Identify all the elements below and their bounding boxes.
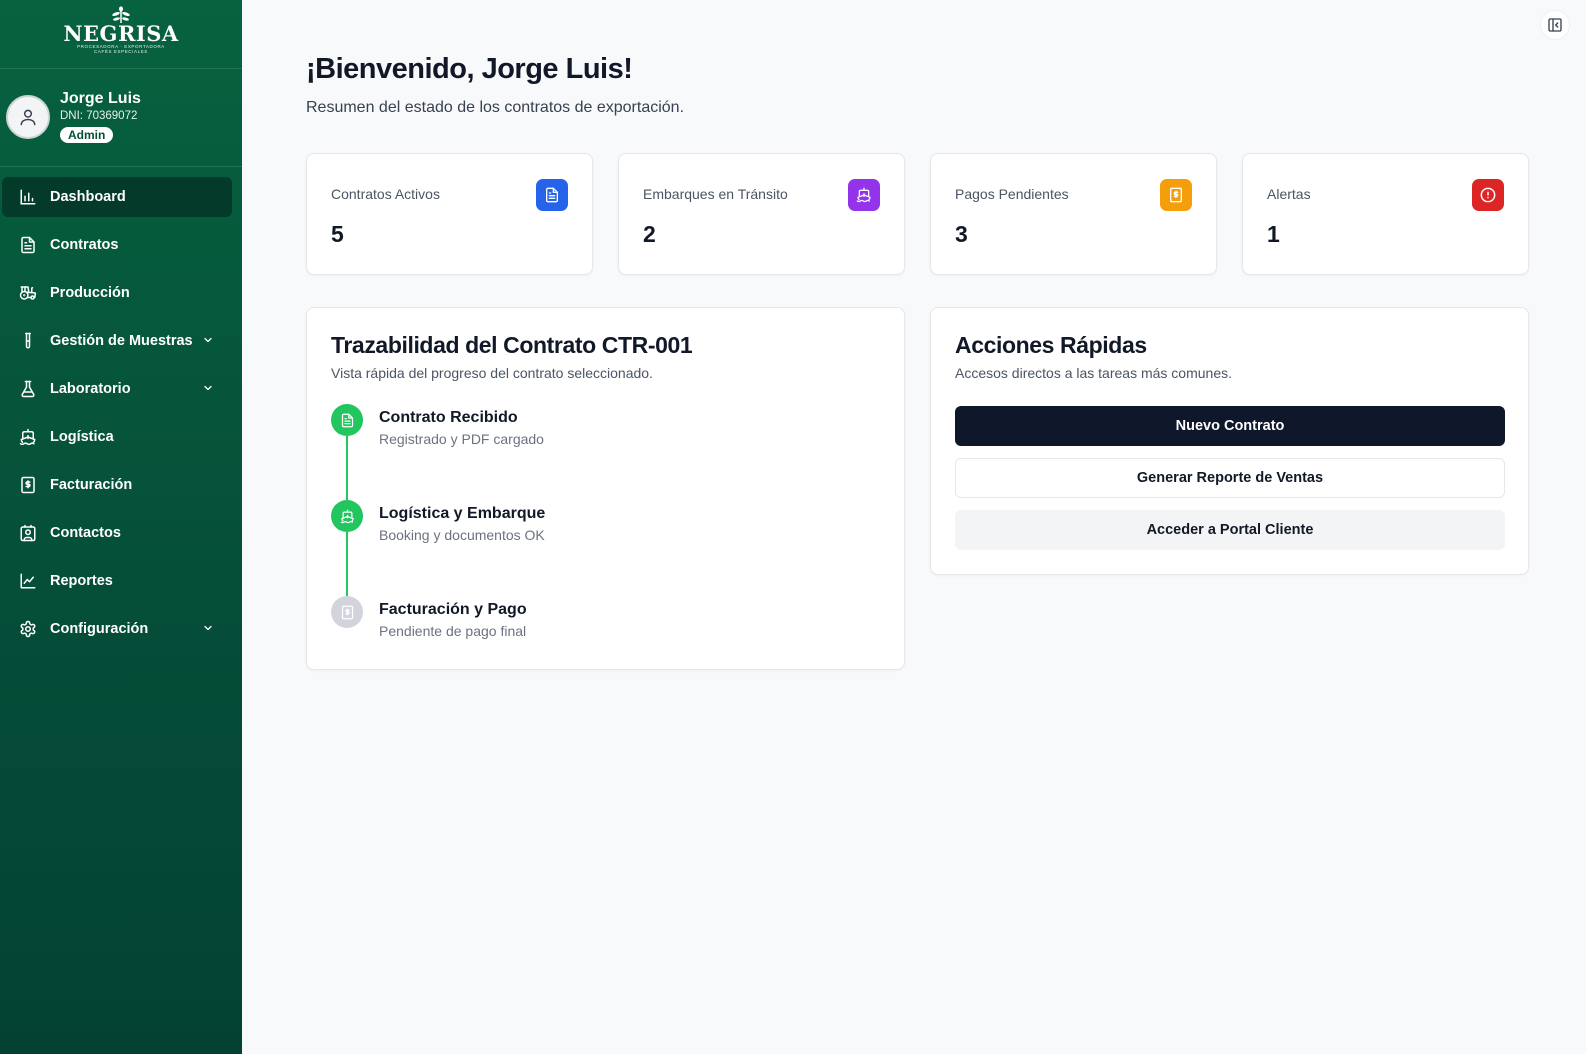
avatar[interactable] (6, 95, 50, 139)
sidebar-item-logistica[interactable]: Logística (2, 417, 232, 457)
bar-chart-icon (19, 188, 37, 206)
sidebar-item-configuracion[interactable]: Configuración (2, 609, 232, 649)
brand-logo[interactable]: NEGRISA PROCESADORA · EXPORTADORA CAFÉS … (0, 0, 242, 69)
invoice-icon (331, 596, 363, 628)
client-portal-button[interactable]: Acceder a Portal Cliente (955, 510, 1505, 550)
page-subtitle: Resumen del estado de los contratos de e… (306, 99, 685, 116)
step-title: Logística y Embarque (379, 505, 546, 522)
step-text: Logística y Embarque Booking y documento… (379, 500, 545, 543)
collapse-sidebar-button[interactable] (1540, 10, 1570, 40)
quick-actions-title: Acciones Rápidas (955, 332, 1147, 358)
stat-label: Embarques en Tránsito (643, 186, 788, 202)
ship-icon (19, 428, 37, 446)
sidebar-item-contactos[interactable]: Contactos (2, 513, 232, 553)
flask-icon (19, 380, 37, 398)
stat-label: Pagos Pendientes (955, 186, 1069, 202)
chevron-down-icon[interactable] (202, 382, 214, 394)
stat-value: 3 (955, 221, 968, 247)
traceability-card: Trazabilidad del Contrato CTR-001 Vista … (306, 307, 905, 670)
document-icon (536, 179, 568, 211)
chevron-down-icon[interactable] (202, 622, 214, 634)
chevron-down-icon[interactable] (202, 334, 214, 346)
step-title: Facturación y Pago (379, 601, 527, 618)
sales-report-button[interactable]: Generar Reporte de Ventas (955, 458, 1505, 498)
user-dni: DNI: 70369072 (60, 110, 138, 122)
timeline-step: Logística y Embarque Booking y documento… (331, 500, 545, 543)
step-title: Contrato Recibido (379, 409, 518, 426)
ship-icon (331, 500, 363, 532)
sidebar-nav: Dashboard Contratos Producción Gestión d… (0, 167, 242, 649)
sidebar-item-label: Configuración (50, 621, 149, 637)
timeline-step: Facturación y Pago Pendiente de pago fin… (331, 596, 527, 639)
ship-icon (848, 179, 880, 211)
sidebar-item-dashboard[interactable]: Dashboard (2, 177, 232, 217)
user-name: Jorge Luis (60, 90, 141, 107)
sidebar-item-label: Facturación (50, 477, 133, 493)
sidebar-item-label: Logística (50, 429, 114, 445)
quick-actions-description: Accesos directos a las tareas más comune… (955, 365, 1233, 381)
sidebar-item-produccion[interactable]: Producción (2, 273, 232, 313)
stat-card-pagos-pendientes[interactable]: Pagos Pendientes 3 (930, 153, 1217, 275)
test-tube-icon (19, 332, 37, 350)
stat-card-contratos-activos[interactable]: Contratos Activos 5 (306, 153, 593, 275)
step-text: Facturación y Pago Pendiente de pago fin… (379, 596, 527, 639)
sidebar-item-contratos[interactable]: Contratos (2, 225, 232, 265)
contact-icon (19, 524, 37, 542)
brand-name: NEGRISA (63, 21, 179, 46)
step-subtitle: Booking y documentos OK (379, 527, 545, 543)
line-chart-icon (19, 572, 37, 590)
document-icon (331, 404, 363, 436)
user-info: Jorge Luis DNI: 70369072 Admin (60, 89, 141, 144)
stat-card-embarques-transito[interactable]: Embarques en Tránsito 2 (618, 153, 905, 275)
alert-icon (1472, 179, 1504, 211)
user-profile: Jorge Luis DNI: 70369072 Admin (0, 69, 242, 167)
brand-tagline: PROCESADORA · EXPORTADORA CAFÉS ESPECIAL… (77, 44, 165, 54)
gear-icon (19, 620, 37, 638)
stat-value: 5 (331, 221, 344, 247)
timeline-step: Contrato Recibido Registrado y PDF carga… (331, 404, 544, 447)
stat-label: Contratos Activos (331, 186, 440, 202)
step-subtitle: Registrado y PDF cargado (379, 431, 544, 447)
sidebar-item-label: Contactos (50, 525, 121, 541)
sidebar-item-label: Dashboard (50, 189, 126, 205)
step-subtitle: Pendiente de pago final (379, 623, 527, 639)
new-contract-button[interactable]: Nuevo Contrato (955, 406, 1505, 446)
page-title: ¡Bienvenido, Jorge Luis! (306, 53, 633, 85)
sidebar-item-gestion-muestras[interactable]: Gestión de Muestras (2, 321, 232, 361)
sidebar-item-laboratorio[interactable]: Laboratorio (2, 369, 232, 409)
sidebar-item-label: Reportes (50, 573, 113, 589)
invoice-icon (19, 476, 37, 494)
sidebar-item-label: Producción (50, 285, 130, 301)
traceability-title: Trazabilidad del Contrato CTR-001 (331, 332, 693, 358)
document-icon (19, 236, 37, 254)
sidebar-item-facturacion[interactable]: Facturación (2, 465, 232, 505)
stat-card-alertas[interactable]: Alertas 1 (1242, 153, 1529, 275)
panel-left-icon (1548, 18, 1562, 32)
role-badge: Admin (60, 127, 114, 143)
stat-value: 1 (1267, 221, 1280, 247)
sidebar-item-label: Contratos (50, 237, 119, 253)
traceability-description: Vista rápida del progreso del contrato s… (331, 365, 653, 381)
invoice-icon (1160, 179, 1192, 211)
sidebar-item-label: Laboratorio (50, 381, 131, 397)
tractor-icon (19, 284, 37, 302)
sidebar: NEGRISA PROCESADORA · EXPORTADORA CAFÉS … (0, 0, 242, 1054)
quick-actions-card: Acciones Rápidas Accesos directos a las … (930, 307, 1529, 575)
user-icon (20, 109, 36, 126)
sidebar-item-reportes[interactable]: Reportes (2, 561, 232, 601)
stat-label: Alertas (1267, 186, 1311, 202)
stat-value: 2 (643, 221, 656, 247)
sidebar-item-label: Gestión de Muestras (50, 333, 193, 349)
step-text: Contrato Recibido Registrado y PDF carga… (379, 404, 544, 447)
